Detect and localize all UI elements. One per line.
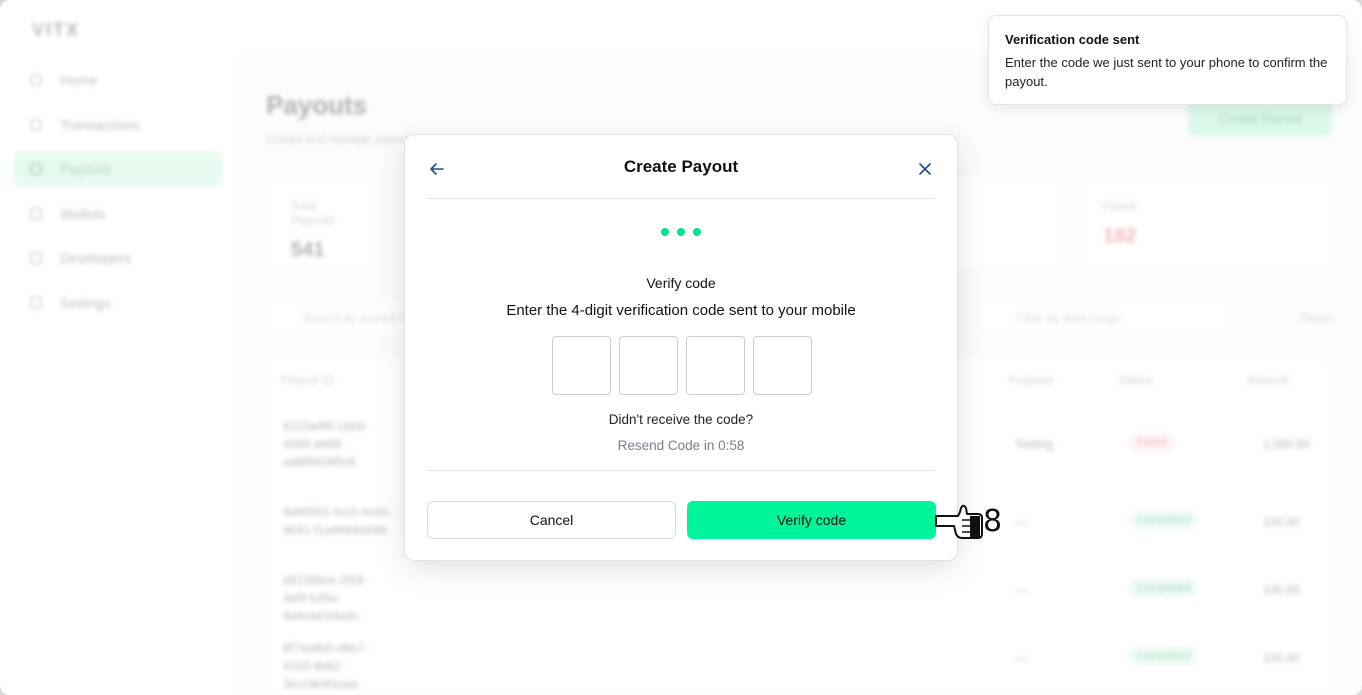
step-description: Enter the 4-digit verification code sent… bbox=[506, 302, 856, 319]
step-dot bbox=[693, 228, 701, 236]
close-icon[interactable] bbox=[915, 159, 935, 179]
code-digit-4[interactable] bbox=[753, 336, 812, 395]
step-number-label: 8 bbox=[983, 504, 1003, 539]
divider bbox=[427, 470, 935, 471]
code-digit-3[interactable] bbox=[686, 336, 745, 395]
didnt-receive-text: Didn't receive the code? bbox=[608, 412, 754, 427]
create-payout-modal: Create Payout Verify code Enter the 4-di… bbox=[404, 134, 958, 561]
code-input-group bbox=[552, 336, 812, 395]
step-indicator bbox=[405, 228, 957, 236]
toast-title: Verification code sent bbox=[1005, 32, 1140, 47]
pointing-hand-cursor-icon bbox=[935, 504, 983, 539]
step-dot bbox=[677, 228, 685, 236]
step-dot bbox=[661, 228, 669, 236]
resend-code-timer: Resend Code in 0:58 bbox=[617, 438, 745, 453]
verify-code-button[interactable]: Verify code bbox=[687, 501, 936, 539]
modal-title: Create Payout bbox=[623, 156, 739, 176]
toast-message: Enter the code we just sent to your phon… bbox=[1005, 55, 1328, 89]
code-digit-2[interactable] bbox=[619, 336, 678, 395]
step-label: Verify code bbox=[646, 275, 716, 291]
arrow-left-icon[interactable] bbox=[427, 159, 447, 179]
modal-header: Create Payout bbox=[427, 135, 935, 199]
code-digit-1[interactable] bbox=[552, 336, 611, 395]
cancel-button[interactable]: Cancel bbox=[427, 501, 676, 539]
toast-notification: Verification code sent Enter the code we… bbox=[988, 15, 1347, 105]
